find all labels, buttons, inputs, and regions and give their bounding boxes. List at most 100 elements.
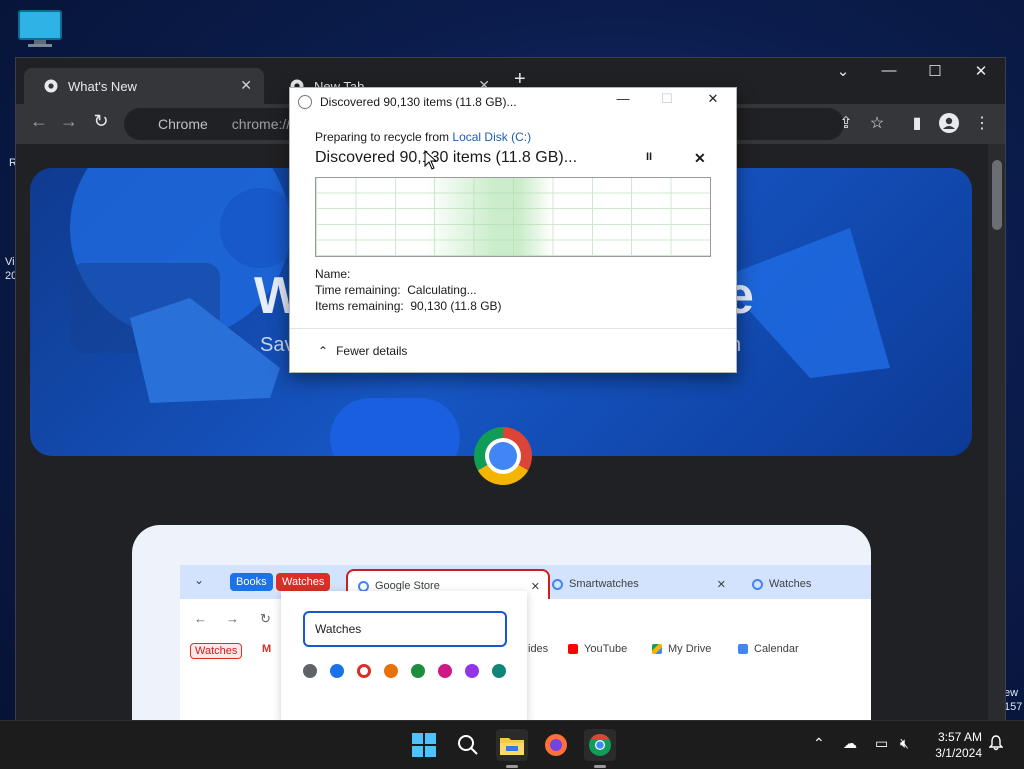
desktop-label-fragment: Vi [5,256,15,268]
tab-label: Watches [769,578,812,590]
items-remaining-row: Items remaining: 90,130 (11.8 GB) [315,299,502,313]
maximize-button[interactable]: ☐ [912,62,958,80]
color-swatch [465,664,479,678]
tab-search-icon[interactable]: ⌄ [820,62,866,80]
group-name-input: Watches [303,611,507,647]
clock-time: 3:57 AM [937,730,982,744]
folder-icon [500,738,524,755]
start-button[interactable] [408,729,440,761]
tab-label: Smartwatches [569,578,639,590]
chrome-logo-icon [474,427,532,485]
close-window-button[interactable]: ✕ [958,62,1004,80]
name-row: Name: [315,267,350,281]
time-remaining-row: Time remaining: Calculating... [315,283,477,297]
taskbar: ⌃ ☁ ▭ 🔇︎ 3:57 AM 3/1/2024 [0,720,1024,769]
tab-group-books: Books [230,573,273,591]
bookmark-calendar: Calendar [738,643,799,655]
clock-date: 3/1/2024 [935,746,982,760]
windows-logo-icon [412,733,436,757]
profile-avatar-icon[interactable] [937,113,961,138]
items-remaining-label: Items remaining: [315,299,404,313]
chrome-taskbar-button[interactable] [584,729,616,761]
tab-group-label: Watches [282,576,325,588]
cancel-button[interactable]: ✕ [694,150,706,167]
back-icon[interactable]: ← [26,111,52,132]
close-tab-icon: ✕ [716,578,726,591]
file-explorer-button[interactable] [496,729,528,761]
bookmark-slides: ides [528,643,548,655]
fewer-details-button[interactable]: ⌃ Fewer details [318,344,407,358]
chevron-down-icon: ⌄ [194,573,205,587]
side-panel-icon[interactable]: ▮ [905,113,929,133]
time-remaining-value: Calculating... [407,283,477,297]
pause-button[interactable]: II [646,151,652,163]
google-calendar-icon [738,644,748,654]
google-drive-icon [652,644,662,654]
omnibox-chip: Chrome [158,116,208,132]
system-clock[interactable]: 3:57 AM 3/1/2024 [928,729,982,761]
tab-group-editor-popup: Watches [281,591,527,720]
chrome-icon [589,734,611,756]
color-swatch [384,664,398,678]
forward-icon[interactable]: → [56,111,82,132]
google-g-icon [358,580,369,592]
close-tab-icon[interactable]: ✕ [240,77,252,94]
color-swatch [303,664,317,678]
chevron-up-icon: ⌃ [318,344,329,358]
source-link[interactable]: Local Disk (C:) [452,130,531,144]
feature-illustration: ⌄ Books Watches Google Store ✕ Smartwatc… [132,525,871,720]
time-remaining-label: Time remaining: [315,283,401,297]
reload-icon[interactable]: ↻ [88,111,114,132]
search-button[interactable] [452,729,484,761]
tab-group-label: Books [236,576,267,588]
bookmark-star-icon[interactable]: ☆ [865,113,889,133]
bookmark-label: YouTube [584,643,628,655]
back-icon: ← [194,611,207,626]
tab-whats-new[interactable]: What's New ✕ [24,68,264,104]
show-hidden-icons-chevron-icon[interactable]: ⌃ [813,735,825,752]
color-swatch-selected [357,664,371,678]
mouse-cursor-icon [424,150,438,170]
scrollbar-thumb[interactable] [992,160,1002,230]
volume-muted-icon[interactable]: 🔇︎ [900,735,909,752]
firefox-icon [545,734,567,756]
bookmark-label: My Drive [668,643,712,655]
gmail-icon: M [262,643,272,655]
progress-status: Discovered 90,130 items (11.8 GB)... [315,149,578,166]
color-swatch [330,664,344,678]
preparing-text: Preparing to recycle from [315,130,453,144]
dialog-divider [290,328,736,329]
firefox-button[interactable] [540,729,572,761]
this-pc-desktop-icon[interactable] [18,10,62,50]
color-swatch [438,664,452,678]
dialog-close-button[interactable]: ✕ [698,91,728,107]
tab-label: What's New [68,78,137,94]
recycle-progress-dialog: Discovered 90,130 items (11.8 GB)... — ☐… [289,87,737,373]
minimize-button[interactable]: — [866,62,912,79]
close-tab-icon: ✕ [530,580,540,593]
more-menu-icon[interactable]: ⋮ [970,113,994,133]
network-icon[interactable]: ▭ [875,735,888,752]
preparing-line: Preparing to recycle from Local Disk (C:… [315,130,531,144]
clock-icon [298,95,312,109]
bookmark-youtube: YouTube [568,643,627,655]
bookmark-my-drive: My Drive [652,643,711,655]
dialog-title: Discovered 90,130 items (11.8 GB)... [320,95,517,109]
google-g-icon [552,578,563,590]
reload-icon: ↻ [260,611,271,626]
illustration-tab-smartwatches: Smartwatches ✕ [552,569,732,599]
onedrive-cloud-icon[interactable]: ☁ [843,735,857,752]
bookmark-label: Watches [195,645,238,657]
share-icon[interactable]: ⇪ [834,113,858,133]
bookmark-label: Calendar [754,643,799,655]
color-swatch [492,664,506,678]
desktop-label-fragment: ew [1004,687,1019,699]
illustration-tab-watches: Watches [752,569,862,599]
color-swatch [411,664,425,678]
bookmark-watches: Watches [190,643,243,659]
youtube-icon [568,644,578,654]
page-scrollbar[interactable] [988,144,1005,720]
notification-bell-icon[interactable] [988,735,1004,754]
google-g-icon [752,578,763,590]
dialog-minimize-button[interactable]: — [608,91,638,106]
